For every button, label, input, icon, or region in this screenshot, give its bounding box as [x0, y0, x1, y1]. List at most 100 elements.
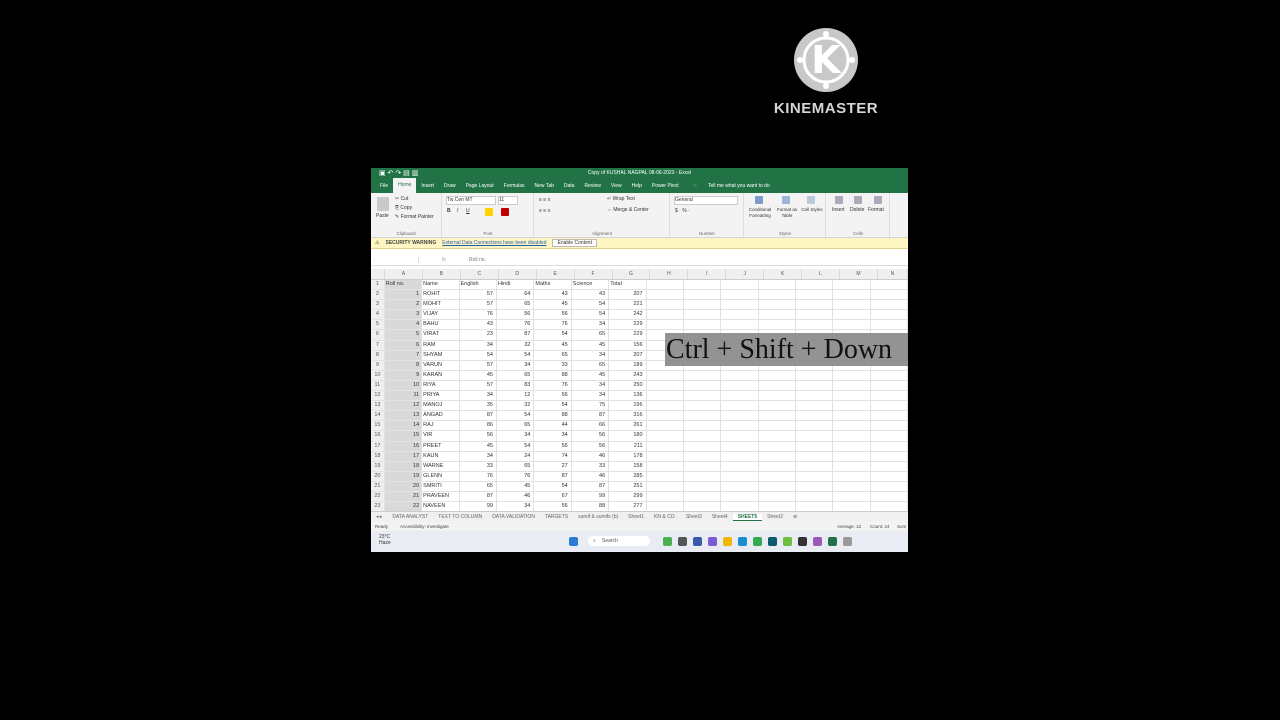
empty-cell[interactable]: [646, 300, 684, 311]
cell[interactable]: 207: [609, 290, 647, 301]
empty-cell[interactable]: [758, 401, 796, 412]
empty-cell[interactable]: [833, 401, 871, 412]
cell[interactable]: 180: [609, 431, 647, 442]
cell[interactable]: 24: [496, 451, 535, 462]
fill-color-icon[interactable]: [485, 208, 493, 216]
empty-cell[interactable]: [683, 380, 722, 392]
empty-cell[interactable]: [721, 481, 759, 492]
file-explorer-icon[interactable]: [723, 537, 732, 546]
sheet-tab[interactable]: KN & CO.: [649, 514, 681, 520]
empty-cell[interactable]: [795, 481, 834, 492]
formula-input[interactable]: Roll no.: [469, 257, 486, 263]
empty-cell[interactable]: [795, 401, 834, 412]
cell[interactable]: 22: [384, 502, 423, 511]
empty-cell[interactable]: [721, 461, 759, 472]
tab-view[interactable]: View: [606, 183, 627, 189]
app3-icon[interactable]: [843, 537, 852, 546]
taskbar-search[interactable]: ⌕ Search: [588, 536, 650, 546]
empty-cell[interactable]: [758, 280, 796, 291]
empty-cell[interactable]: [721, 320, 759, 331]
header-cell[interactable]: Hindi: [496, 280, 535, 291]
empty-cell[interactable]: [870, 431, 908, 442]
row-number[interactable]: 5: [371, 320, 385, 331]
tab-file[interactable]: File: [375, 183, 393, 189]
cell[interactable]: 34: [496, 360, 535, 371]
cell[interactable]: 6: [384, 340, 423, 351]
empty-cell[interactable]: [721, 401, 759, 412]
cell[interactable]: 196: [609, 401, 647, 412]
delete-cells-icon[interactable]: [854, 196, 862, 204]
tab-help[interactable]: Help: [627, 183, 647, 189]
cell[interactable]: 76: [496, 320, 535, 331]
empty-cell[interactable]: [758, 441, 796, 452]
cell-styles-icon[interactable]: [807, 196, 815, 204]
app2-icon[interactable]: [813, 537, 822, 546]
empty-cell[interactable]: [758, 481, 796, 492]
cell[interactable]: 221: [609, 300, 647, 311]
format-cells-button[interactable]: Format: [868, 207, 884, 213]
paste-button[interactable]: Paste: [376, 213, 389, 219]
cell[interactable]: SHYAM: [422, 350, 460, 361]
cell[interactable]: 34: [534, 431, 572, 442]
cell[interactable]: 43: [534, 290, 572, 301]
empty-cell[interactable]: [870, 310, 908, 321]
accessibility-status[interactable]: Accessibility: Investigate: [388, 524, 449, 529]
empty-cell[interactable]: [646, 491, 684, 503]
cell[interactable]: SMRITI: [422, 481, 460, 492]
cell[interactable]: 34: [459, 340, 497, 351]
empty-cell[interactable]: [870, 290, 908, 301]
cell[interactable]: 45: [534, 300, 572, 311]
cell[interactable]: 54: [459, 350, 497, 361]
empty-cell[interactable]: [646, 451, 684, 462]
cell[interactable]: 67: [534, 491, 572, 503]
empty-cell[interactable]: [646, 411, 684, 422]
row-number[interactable]: 16: [371, 431, 385, 442]
empty-cell[interactable]: [833, 491, 871, 503]
cell[interactable]: MANOJ: [422, 401, 460, 412]
sheet-tab[interactable]: TARGETS: [540, 514, 573, 520]
sheet-tab[interactable]: DATA ANALYST: [387, 514, 433, 520]
cell[interactable]: 54: [496, 441, 535, 452]
cell[interactable]: 207: [609, 350, 647, 361]
format-as-table-button[interactable]: Format as Table: [775, 207, 799, 219]
empty-cell[interactable]: [683, 310, 722, 321]
row-number[interactable]: 3: [371, 300, 385, 311]
empty-cell[interactable]: [683, 280, 722, 291]
cell[interactable]: WARNE: [422, 461, 460, 472]
cell[interactable]: 9: [384, 370, 423, 381]
column-header[interactable]: M: [840, 269, 878, 279]
cell[interactable]: 251: [609, 481, 647, 492]
cell[interactable]: KARAN: [422, 370, 460, 381]
empty-cell[interactable]: [870, 421, 908, 432]
cell[interactable]: VARUN: [422, 360, 460, 371]
empty-cell[interactable]: [683, 491, 722, 503]
empty-cell[interactable]: [833, 471, 871, 482]
cell[interactable]: KAUN: [422, 451, 460, 462]
column-header[interactable]: G: [613, 269, 651, 279]
font-color-icon[interactable]: [501, 208, 509, 216]
row-number[interactable]: 21: [371, 481, 385, 492]
empty-cell[interactable]: [795, 451, 834, 462]
empty-cell[interactable]: [683, 290, 722, 301]
cell[interactable]: 45: [496, 481, 535, 492]
cell[interactable]: 32: [496, 340, 535, 351]
empty-cell[interactable]: [795, 461, 834, 472]
empty-cell[interactable]: [833, 370, 871, 381]
cell[interactable]: 178: [609, 451, 647, 462]
empty-cell[interactable]: [721, 502, 759, 511]
cell[interactable]: 64: [496, 290, 535, 301]
sheet-tab[interactable]: DATA VALIDATION: [487, 514, 540, 520]
column-header[interactable]: C: [461, 269, 499, 279]
empty-cell[interactable]: [833, 320, 871, 331]
cell[interactable]: 76: [459, 310, 497, 321]
empty-cell[interactable]: [721, 370, 759, 381]
app-icon[interactable]: [783, 537, 792, 546]
tab-formulas[interactable]: Formulas: [499, 183, 530, 189]
empty-cell[interactable]: [795, 441, 834, 452]
cell[interactable]: 75: [571, 401, 610, 412]
row-number[interactable]: 23: [371, 502, 385, 511]
empty-cell[interactable]: [833, 481, 871, 492]
chrome-icon[interactable]: [753, 537, 762, 546]
store-icon[interactable]: [768, 537, 777, 546]
cell[interactable]: 14: [384, 421, 423, 432]
